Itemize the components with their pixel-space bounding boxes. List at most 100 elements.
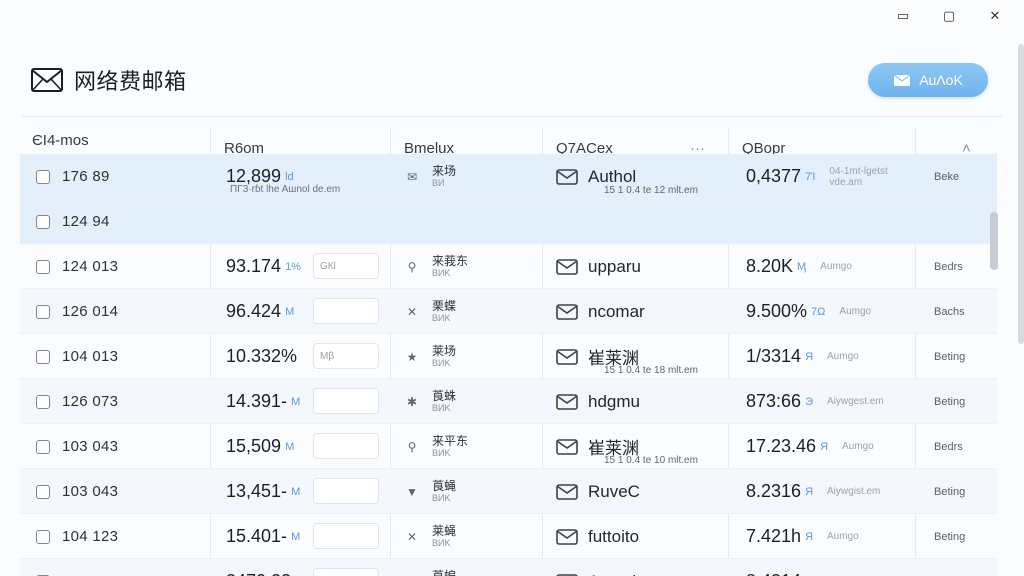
row-checkbox[interactable] [36,529,50,544]
scrollbar-thumb[interactable] [990,212,998,270]
window-edge [1018,44,1024,344]
row-status: Beke [934,170,960,183]
row-checkbox-cell: 126 014 [36,289,118,334]
envelope-icon [556,393,578,410]
row-author: Authol [588,166,637,186]
row-value-field[interactable] [313,568,379,576]
row-value-field[interactable]: Мβ [313,343,379,369]
row-size: 8.4314 [746,571,801,576]
author-cell: upparu [556,244,726,289]
row-value-field[interactable] [313,298,379,324]
table-row[interactable]: 103 043 13,451- M ▼ 莨蝇 BИK RuveC 8.2316 Я Aiywgis… [20,469,997,514]
row-size: 17.23.46 [746,436,817,456]
row-checkbox[interactable] [36,214,50,229]
type-label: 莨蝙 [432,568,457,576]
row-checkbox[interactable] [36,349,50,364]
type-label: 来平东 [432,433,469,448]
type-cell: ▼ 莨蝇 BИK [404,469,540,514]
type-cell: ⚲莨蝙BИK [404,559,540,576]
row-author: futtoito [588,526,640,546]
vertical-scrollbar[interactable] [990,158,998,568]
envelope-icon [556,483,578,500]
row-value-field[interactable] [313,523,379,549]
row-value: 15.401- [226,526,288,546]
type-icon: ✱ [406,394,418,409]
row-id: 126 073 [62,393,119,410]
row-author-sub: 15 1 0.4 te 18 mlt.em [604,365,698,376]
row-author: RuveC [588,481,640,501]
table-row[interactable]: 176 89 12,899 ld ΠΓ3·rɓt lhe Aшnol de.em ✉ 来场… [20,154,997,199]
minimize-button[interactable]: ▭ [880,0,926,32]
type-icon: ✕ [406,304,418,319]
row-id: 126 014 [62,303,119,320]
table-row[interactable]: 103 043 15,509 M ⚲ 来平东 BИK 崔莱渊 15 1 0.4 te 10 m… [20,424,997,469]
type-sublabel: BИ [432,178,445,189]
row-size: 9.500% [746,301,808,321]
author-cell: 崔莱渊 15 1 0.4 te 18 mlt.em [556,334,726,379]
row-checkbox[interactable] [36,259,50,274]
row-checkbox[interactable] [36,304,50,319]
row-checkbox[interactable] [36,439,50,454]
row-value: 13,451- [226,481,288,501]
row-value-field[interactable] [313,433,379,459]
table-row[interactable]: 106 043470.2310⚲莨蝙BИKAutnol15 1 8.4 te 1… [20,559,997,576]
row-size-sub: Aiywgist.em [827,486,881,497]
row-checkbox-cell: 104 013 [36,334,118,379]
type-icon: ✉ [406,169,418,184]
row-checkbox[interactable] [36,484,50,499]
auth-button[interactable]: AuΛoK [868,63,988,97]
type-sublabel: BИK [432,448,451,459]
type-label: 栗蝶 [432,298,457,313]
table-row[interactable]: 124 013 93.174 1% GКl ⚲ 来莪东 BИK upparu 8.20K Ӎ Aum… [20,244,997,289]
type-label: 莨蛛 [432,388,457,403]
table-row[interactable]: 104 013 10.332% Мβ ★ 莱场 BИK 崔莱渊 15 1 0.4 te 18 … [20,334,997,379]
type-icon: ▼ [406,484,418,499]
auth-button-label: AuΛoK [919,72,963,88]
row-size-sub: Aumgo [827,531,859,542]
row-checkbox-cell: 103 043 [36,469,118,514]
row-status: Bedrs [934,440,963,453]
row-checkbox[interactable] [36,169,50,184]
row-checkbox[interactable] [36,394,50,409]
row-status: Beting [934,530,966,543]
row-size-unit: Я [805,485,814,498]
envelope-icon [556,348,578,365]
table-row[interactable]: 126 073 14.391- M ✱ 莨蛛 BИK hdgmu 873:66 Э Aiywges… [20,379,997,424]
status-cell: Bedrs [934,424,963,469]
row-size-sub: Aiywgest.em [826,396,884,407]
row-value: 96.424 [226,301,282,321]
row-status: Bachs [934,305,965,318]
size-cell: 9.500% 7Ω Aumgo [746,289,914,334]
row-id: 103 043 [62,483,119,500]
type-label: 来莪东 [432,253,469,268]
size-cell: 873:66 Э Aiywgest.em [746,379,914,424]
type-cell: ✉ 来场 BИ [404,154,540,199]
type-sublabel: BИK [432,268,451,279]
row-value-field[interactable] [313,388,379,414]
row-status: Bedrs [934,260,963,273]
close-button[interactable]: ✕ [972,0,1018,32]
table-row[interactable]: 126 014 96.424 M ✕ 栗蝶 BИK ncomar 9.500% 7Ω Aumgo B… [20,289,997,334]
row-value: 93.174 [226,256,282,276]
row-unit: M [291,530,301,543]
status-cell: Beting [934,379,965,424]
row-value-field[interactable]: GКl [313,253,379,279]
envelope-icon [556,168,578,185]
table-row[interactable]: 124 94 [20,199,997,244]
author-cell: Autnol15 1 8.4 te 18 mlt.em [556,559,726,576]
app-title: 网络费邮箱 [74,69,187,94]
table-row[interactable]: 104 123 15.401- M ✕ 莱蝇 BИK futtoito 7.421h Я Aumg… [20,514,997,559]
status-cell: Beke [934,154,959,199]
maximize-button[interactable]: ▢ [926,0,972,32]
type-cell: ⚲ 来平东 BИK [404,424,540,469]
row-size: 8.20K [746,256,794,276]
row-id: 176 89 [62,168,110,185]
row-value: 10.332% [226,346,298,366]
envelope-icon [556,528,578,545]
type-cell: ✕ 莱蝇 BИK [404,514,540,559]
type-sublabel: BИK [432,358,451,369]
author-cell: ncomar [556,289,726,334]
row-size: 7.421h [746,526,802,546]
row-size-unit: 7Ί [805,170,816,183]
row-value-field[interactable] [313,478,379,504]
